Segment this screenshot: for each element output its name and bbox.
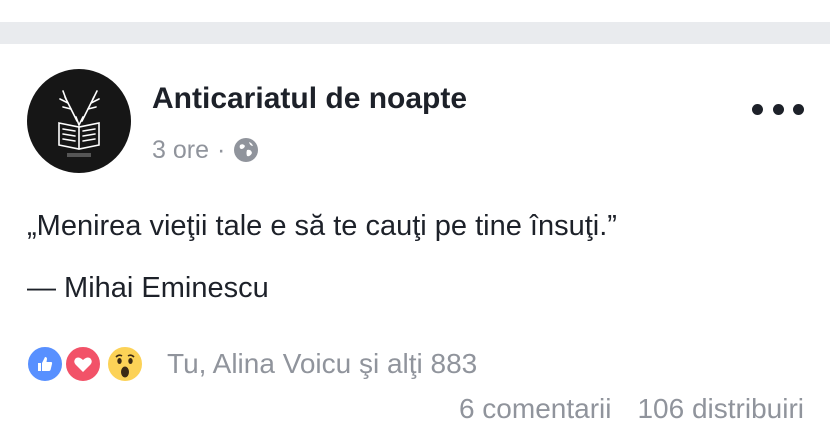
reactions-names[interactable]: Tu, Alina Voicu şi alţi 883 <box>167 348 477 380</box>
antler-book-logo-icon <box>58 90 100 157</box>
page-avatar[interactable] <box>27 69 131 173</box>
post-quote-text: „Menirea vieţii tale e să te cauţi pe ti… <box>27 210 617 242</box>
feed-divider <box>0 22 830 44</box>
post-quote-author: — Mihai Eminescu <box>27 272 269 304</box>
more-options-icon[interactable] <box>752 94 804 124</box>
globe-icon[interactable] <box>233 137 259 163</box>
post-meta: 3 ore · <box>152 133 259 167</box>
love-icon <box>63 344 103 384</box>
post-stats: 6 comentarii 106 distribuiri <box>459 393 804 425</box>
comments-count-link[interactable]: 6 comentarii <box>459 393 612 425</box>
wow-icon <box>105 344 145 384</box>
shares-count-link[interactable]: 106 distribuiri <box>637 393 804 425</box>
reactions-summary[interactable]: Tu, Alina Voicu şi alţi 883 <box>25 344 477 384</box>
reaction-icons <box>25 344 155 384</box>
page-name-link[interactable]: Anticariatul de noapte <box>152 82 467 116</box>
post-timestamp[interactable]: 3 ore <box>152 136 209 165</box>
meta-separator: · <box>216 135 226 164</box>
like-icon <box>25 344 65 384</box>
